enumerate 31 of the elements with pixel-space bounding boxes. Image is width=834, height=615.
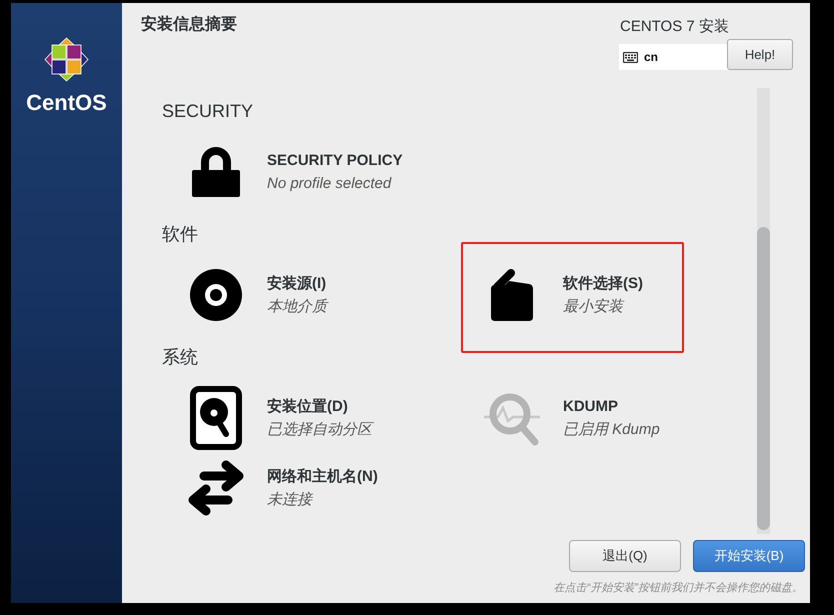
- spoke-status: No profile selected: [267, 174, 392, 194]
- begin-install-button[interactable]: 开始安装(B): [693, 540, 805, 572]
- spoke-title[interactable]: 安装位置(D): [267, 395, 372, 418]
- spoke-title[interactable]: 软件选择(S): [563, 272, 643, 295]
- brand-name: CentOS: [26, 90, 107, 116]
- spoke-status: 最小安装: [563, 297, 626, 317]
- scrollbar-thumb[interactable]: [757, 227, 770, 530]
- two-arrows-icon: [186, 460, 246, 516]
- page-title: 安装信息摘要: [141, 15, 237, 35]
- section-heading: 软件: [162, 223, 198, 246]
- keyboard-layout-button[interactable]: cn: [619, 44, 729, 70]
- footer-note: 在点击“开始安装”按钮前我们并不会操作您的磁盘。: [554, 580, 803, 596]
- spoke-status: 本地介质: [267, 297, 327, 317]
- spoke-title[interactable]: KDUMP: [563, 395, 660, 418]
- spoke-title[interactable]: 网络和主机名(N): [267, 465, 378, 488]
- spoke-title[interactable]: SECURITY POLICY: [267, 149, 403, 172]
- padlock-icon: [192, 147, 240, 197]
- spoke-title[interactable]: 安装源(I): [267, 272, 327, 295]
- package-icon: [491, 269, 533, 321]
- spoke-status: 已启用 Kdump: [563, 420, 660, 440]
- section-heading: 系统: [162, 346, 198, 369]
- quit-button[interactable]: 退出(Q): [569, 540, 681, 572]
- spoke-status: 未连接: [267, 490, 314, 510]
- logo-icon: [44, 37, 89, 82]
- disc-icon: [190, 269, 242, 321]
- keyboard-icon: [623, 52, 638, 62]
- product-title: CENTOS 7 安装: [620, 17, 730, 37]
- help-button[interactable]: Help!: [727, 39, 793, 70]
- section-heading: SECURITY: [162, 100, 254, 123]
- scrollbar-track[interactable]: [757, 88, 770, 534]
- spoke-status: 已选择自动分区: [267, 420, 372, 440]
